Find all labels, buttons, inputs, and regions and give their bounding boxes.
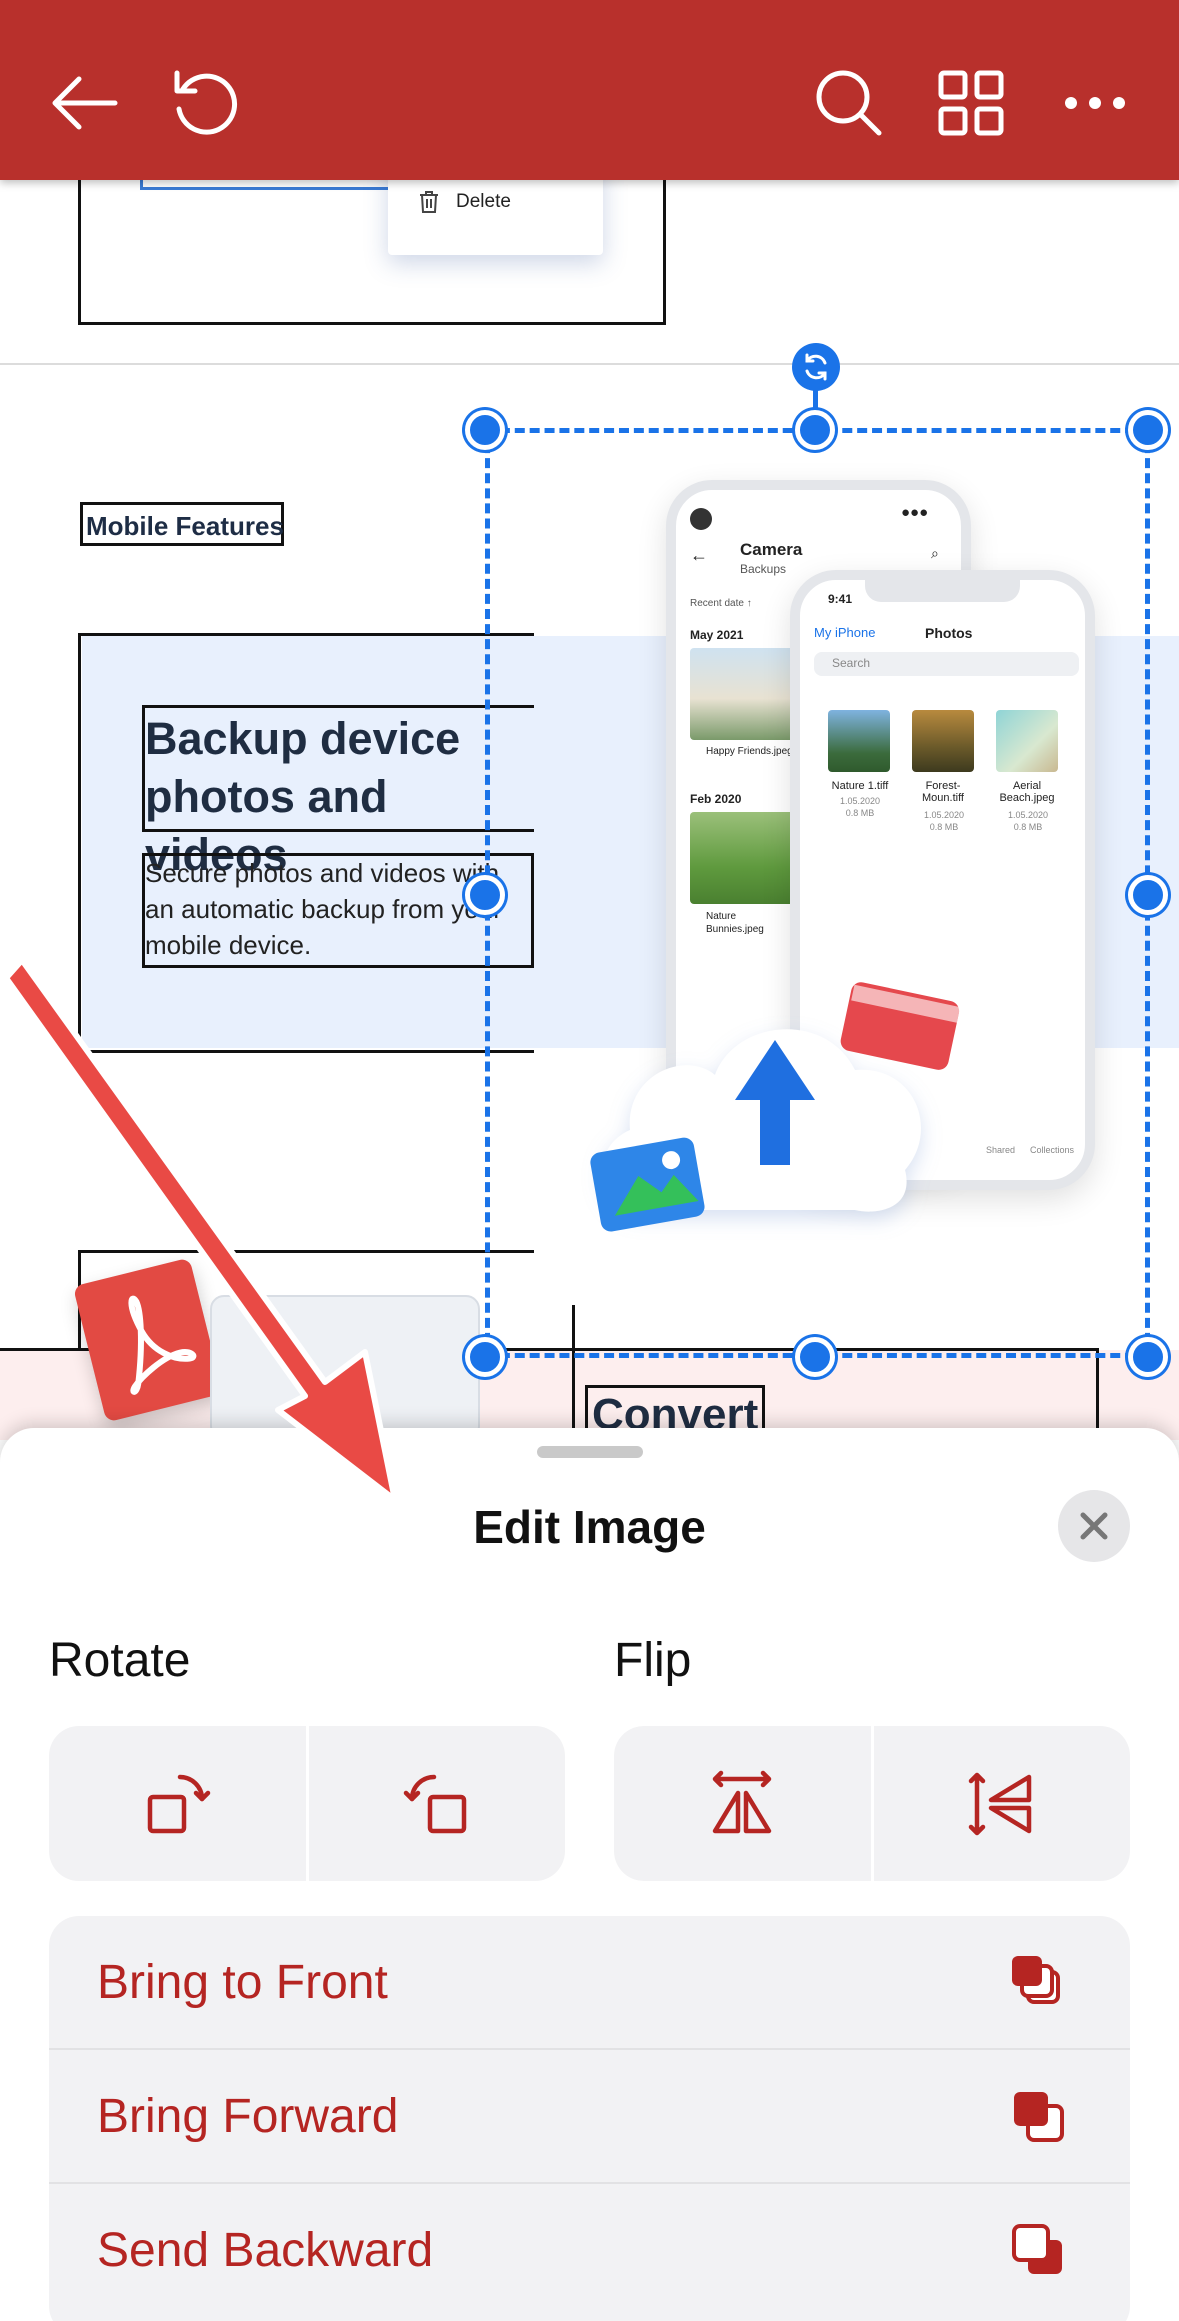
bring-forward-label: Bring Forward bbox=[97, 2089, 399, 2143]
rotate-handle[interactable] bbox=[792, 343, 840, 391]
send-backward-icon bbox=[1012, 2224, 1062, 2274]
rotate-left-icon bbox=[148, 1774, 211, 1833]
resize-handle-top-right[interactable] bbox=[1128, 410, 1168, 450]
close-icon bbox=[1080, 1512, 1108, 1540]
rotate-left-button[interactable] bbox=[49, 1726, 306, 1881]
resize-handle-bottom-right[interactable] bbox=[1128, 1337, 1168, 1377]
flip-horizontal-icon bbox=[713, 1770, 772, 1833]
flip-label: Flip bbox=[614, 1634, 692, 1687]
context-menu-preview: Delete bbox=[388, 180, 603, 255]
rotate-right-icon bbox=[403, 1774, 466, 1833]
resize-handle-bottom[interactable] bbox=[795, 1337, 835, 1377]
more-horizontal-icon[interactable] bbox=[1050, 58, 1140, 148]
resize-handle-top-left[interactable] bbox=[465, 410, 505, 450]
bring-to-front-icon bbox=[1012, 1956, 1060, 2004]
page-divider bbox=[0, 363, 1179, 365]
flip-segmented-control bbox=[614, 1726, 1130, 1881]
grid-icon[interactable] bbox=[926, 58, 1016, 148]
search-icon[interactable] bbox=[804, 58, 894, 148]
close-button[interactable] bbox=[1058, 1490, 1130, 1562]
section-heading[interactable]: Mobile Features bbox=[80, 502, 284, 546]
flip-vertical-button[interactable] bbox=[870, 1726, 1131, 1881]
send-backward-item[interactable]: Send Backward bbox=[49, 2184, 1130, 2316]
arrow-left-icon[interactable] bbox=[40, 58, 130, 148]
resize-handle-left[interactable] bbox=[465, 875, 505, 915]
bring-forward-icon bbox=[1014, 2092, 1064, 2142]
sheet-grabber[interactable] bbox=[537, 1446, 643, 1458]
resize-handle-top[interactable] bbox=[795, 410, 835, 450]
context-menu-delete: Delete bbox=[456, 191, 511, 212]
prev-frame-selection bbox=[140, 180, 390, 190]
flip-vertical-icon bbox=[968, 1772, 1031, 1835]
resize-handle-right[interactable] bbox=[1128, 875, 1168, 915]
rotate-segmented-control bbox=[49, 1726, 565, 1881]
tablet-preview bbox=[210, 1295, 480, 1440]
trash-icon bbox=[420, 191, 438, 213]
bring-forward-item[interactable]: Bring Forward bbox=[49, 2050, 1130, 2182]
arrange-list: Bring to Front Bring Forward Send Backwa… bbox=[49, 1916, 1130, 2321]
bring-to-front-item[interactable]: Bring to Front bbox=[49, 1916, 1130, 2048]
resize-handle-bottom-left[interactable] bbox=[465, 1337, 505, 1377]
rotate-right-button[interactable] bbox=[305, 1726, 566, 1881]
top-app-bar bbox=[0, 0, 1179, 180]
image-selection-box[interactable] bbox=[485, 428, 1150, 1358]
edit-image-sheet: Edit Image Rotate Flip Bring to Front Br… bbox=[0, 1428, 1179, 2321]
context-menu-item: Delete bbox=[418, 190, 511, 214]
document-canvas[interactable]: Delete Mobile Features Backup device pho… bbox=[0, 180, 1179, 1440]
flip-horizontal-button[interactable] bbox=[614, 1726, 871, 1881]
bring-to-front-label: Bring to Front bbox=[97, 1955, 388, 2009]
rotate-label: Rotate bbox=[49, 1634, 191, 1687]
sheet-title: Edit Image bbox=[473, 1501, 706, 1553]
refresh-icon bbox=[805, 353, 827, 381]
undo-icon[interactable] bbox=[160, 58, 250, 148]
send-backward-label: Send Backward bbox=[97, 2223, 434, 2277]
